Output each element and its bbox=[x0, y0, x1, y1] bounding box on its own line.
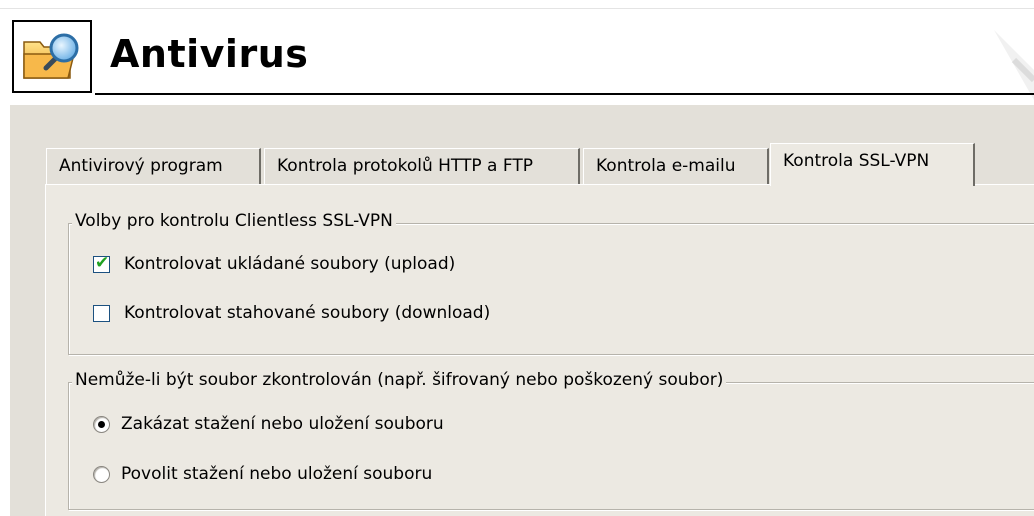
block-transfer-radio[interactable] bbox=[93, 416, 110, 433]
tab-http-ftp-check[interactable]: Kontrola protokolů HTTP a FTP bbox=[264, 148, 580, 184]
tab-label: Kontrola protokolů HTTP a FTP bbox=[277, 156, 533, 176]
upload-check-checkbox[interactable]: ✔ bbox=[93, 253, 110, 273]
folder-magnifier-icon bbox=[23, 33, 79, 79]
corner-decoration-icon bbox=[994, 30, 1034, 100]
download-check-checkbox[interactable] bbox=[93, 305, 110, 322]
app-icon-frame bbox=[12, 20, 92, 93]
group-label: Nemůže-li být soubor zkontrolován (např.… bbox=[72, 370, 727, 390]
checkmark-icon: ✔ bbox=[95, 253, 110, 273]
download-check-label[interactable]: Kontrolovat stahované soubory (download) bbox=[124, 302, 490, 324]
tab-antivirus-program[interactable]: Antivirový program bbox=[46, 148, 261, 184]
allow-transfer-label[interactable]: Povolit stažení nebo uložení souboru bbox=[121, 463, 432, 485]
group-label: Volby pro kontrolu Clientless SSL-VPN bbox=[72, 211, 396, 231]
block-transfer-label[interactable]: Zakázat stažení nebo uložení souboru bbox=[121, 413, 444, 435]
allow-transfer-radio[interactable] bbox=[93, 466, 110, 483]
upload-check-label[interactable]: Kontrolovat ukládané soubory (upload) bbox=[124, 253, 455, 275]
tab-label: Antivirový program bbox=[59, 156, 223, 176]
ssl-vpn-options-group: Volby pro kontrolu Clientless SSL-VPN ✔ … bbox=[68, 211, 1034, 355]
radio-selected-dot bbox=[98, 421, 105, 428]
header: Antivirus bbox=[0, 0, 1034, 100]
tab-content-ssl-vpn: Volby pro kontrolu Clientless SSL-VPN ✔ … bbox=[45, 184, 1034, 516]
tab-email-check[interactable]: Kontrola e-mailu bbox=[583, 148, 769, 184]
tab-label: Kontrola SSL-VPN bbox=[783, 151, 930, 171]
tab-label: Kontrola e-mailu bbox=[596, 156, 736, 176]
unchecked-file-group: Nemůže-li být soubor zkontrolován (např.… bbox=[68, 370, 1034, 510]
header-top-divider bbox=[0, 8, 1034, 9]
page-title: Antivirus bbox=[110, 32, 309, 76]
tab-ssl-vpn-check[interactable]: Kontrola SSL-VPN bbox=[770, 143, 975, 186]
header-bottom-divider bbox=[95, 93, 1034, 95]
